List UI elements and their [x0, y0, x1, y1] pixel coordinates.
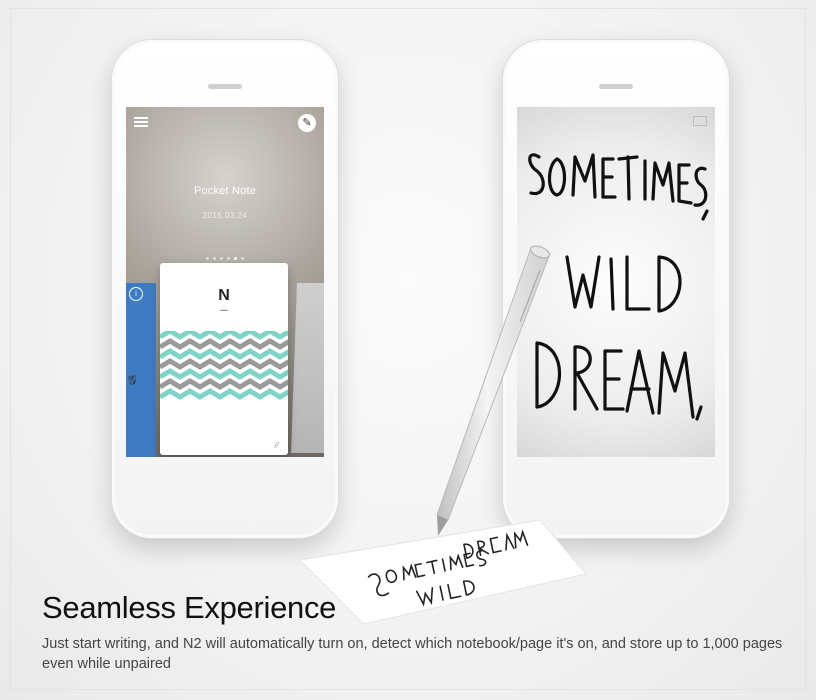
hw-stroke — [657, 255, 682, 313]
chevron-row — [160, 358, 288, 370]
chevron-row — [160, 368, 288, 380]
notebook-card-gray[interactable] — [291, 283, 324, 453]
note-date: 2015.03.24 — [202, 211, 248, 220]
hw-stroke — [651, 161, 675, 203]
menu-icon[interactable] — [134, 117, 148, 127]
phone-left: ✎ Pocket Note 2015.03.24 i 𝓖 N ▬▬ ℊ — [112, 40, 338, 538]
info-icon[interactable]: i — [129, 287, 143, 301]
hw-stroke — [625, 349, 655, 415]
paper-stroke — [415, 580, 475, 607]
notebook-subtitle-decor: ▬▬ — [220, 307, 228, 312]
chevron-row — [160, 338, 288, 350]
hw-stroke — [603, 349, 625, 411]
hw-stroke — [535, 341, 562, 409]
phone-right — [503, 40, 729, 538]
chevron-row — [160, 388, 288, 400]
chevron-row — [160, 331, 288, 340]
notebook-brand-mark: ℊ — [273, 441, 280, 448]
notebook-logo: N — [218, 287, 230, 304]
phone-speaker — [599, 84, 633, 89]
headline: Seamless Experience — [42, 590, 337, 625]
handwriting-drawing — [528, 153, 709, 421]
phone-home-area — [112, 462, 338, 538]
hw-stroke — [547, 157, 567, 197]
hw-stroke — [625, 255, 651, 311]
note-title: Pocket Note — [193, 185, 257, 197]
chevron-pattern — [160, 331, 288, 400]
paper-handwriting — [367, 529, 529, 607]
hw-stroke — [657, 351, 695, 419]
chevron-row — [160, 348, 288, 360]
description-text: Just start writing, and N2 will automati… — [42, 636, 783, 672]
hw-stroke — [573, 345, 599, 411]
pen-icon[interactable]: ✎ — [298, 114, 316, 132]
notebook-cover[interactable]: N ▬▬ ℊ — [160, 263, 288, 455]
hw-stroke — [701, 209, 709, 221]
paper-stroke — [367, 550, 487, 597]
hw-stroke — [528, 153, 545, 196]
phone-speaker — [208, 84, 242, 89]
hw-stroke — [565, 255, 601, 309]
hw-stroke — [617, 155, 639, 201]
phone-home-area — [503, 462, 729, 538]
right-phone-screen — [517, 107, 715, 457]
signature-icon: 𝓖 — [128, 373, 137, 387]
pen-tip — [437, 515, 448, 536]
product-canvas: ✎ Pocket Note 2015.03.24 i 𝓖 N ▬▬ ℊ Seam… — [0, 0, 816, 700]
hw-stroke — [677, 163, 693, 205]
chevron-row — [160, 378, 288, 390]
hw-stroke — [695, 405, 703, 421]
notebook-card-blue[interactable] — [126, 283, 156, 457]
hw-stroke — [601, 157, 617, 199]
hw-stroke — [693, 166, 708, 207]
left-phone-screen: ✎ Pocket Note 2015.03.24 i 𝓖 N ▬▬ ℊ — [126, 107, 324, 457]
hw-stroke — [571, 153, 597, 199]
hw-stroke — [609, 257, 615, 311]
